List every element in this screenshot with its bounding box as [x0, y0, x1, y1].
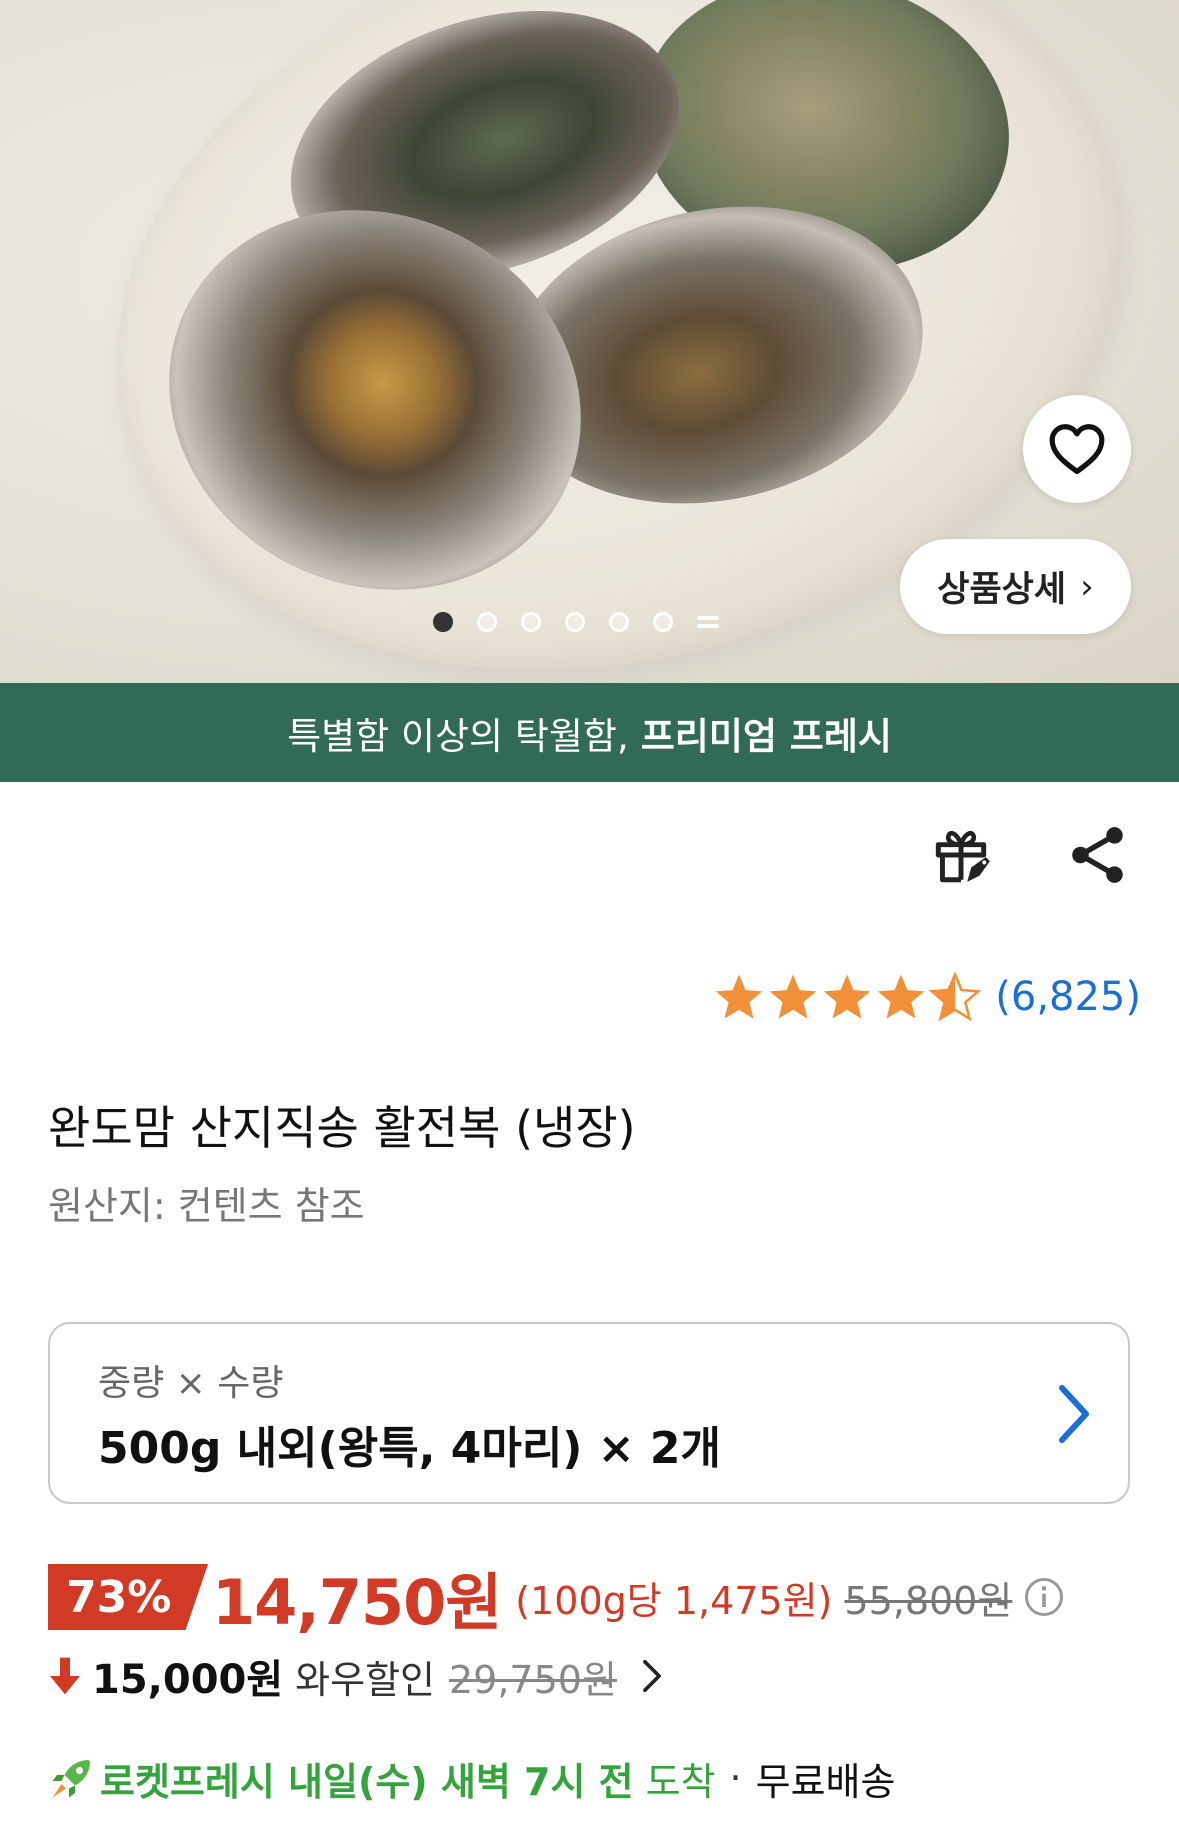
delivery-info: 로켓프레시 내일(수) 새벽 7시 전 도착 · 무료배송 [48, 1750, 895, 1806]
original-price: 55,800원 [844, 1578, 1013, 1623]
carousel-dot[interactable] [609, 612, 629, 632]
arrival-label: 도착 [645, 1759, 716, 1804]
carousel-dot[interactable] [433, 612, 453, 632]
option-selector[interactable]: 중량 × 수량 500g 내외(왕특, 4마리) × 2개 [48, 1322, 1130, 1504]
carousel-indicator [433, 612, 719, 632]
product-rating[interactable]: (6,825) [713, 972, 1141, 1022]
product-image-carousel[interactable]: 상품상세 › [0, 0, 1179, 683]
chevron-right-icon [1059, 1385, 1089, 1443]
half-star-icon [929, 972, 982, 1022]
wishlist-button[interactable] [1023, 395, 1131, 503]
gift-button[interactable] [928, 822, 994, 888]
premium-fresh-banner[interactable]: 특별함 이상의 탁월함, 프리미엄 프레시 [0, 683, 1179, 782]
product-title: 완도맘 산지직송 활전복 (냉장) [48, 1101, 636, 1155]
sale-price: 14,750원 [212, 1566, 502, 1639]
star-icon [824, 974, 871, 1019]
price-row: 73% 14,750원 (100g당 1,475원) 55,800원 [48, 1560, 1064, 1639]
arrow-down-icon [50, 1657, 80, 1695]
banner-text: 특별함 이상의 탁월함, [287, 714, 629, 758]
wow-price: 15,000원 [92, 1657, 284, 1703]
more-slides-icon [697, 612, 719, 632]
free-shipping-label: 무료배송 [755, 1759, 896, 1804]
wow-discount-row[interactable]: 15,000원 와우할인 29,750원 [48, 1648, 663, 1704]
rocket-icon [52, 1760, 90, 1798]
option-value: 500g 내외(왕특, 4마리) × 2개 [98, 1423, 722, 1474]
star-icon [770, 974, 817, 1019]
carousel-dot[interactable] [477, 612, 497, 632]
star-icon [878, 974, 925, 1019]
review-count[interactable]: (6,825) [995, 974, 1141, 1020]
unit-price: (100g당 1,475원) [515, 1578, 833, 1623]
product-detail-button[interactable]: 상품상세 › [900, 539, 1131, 634]
wow-label: 와우할인 [295, 1657, 435, 1702]
carousel-dot[interactable] [521, 612, 541, 632]
gift-icon [935, 830, 990, 883]
carousel-dot[interactable] [565, 612, 585, 632]
chevron-right-icon [643, 1659, 661, 1693]
share-button[interactable] [1065, 822, 1131, 888]
discount-badge: 73% [48, 1564, 208, 1630]
star-icon [716, 974, 763, 1019]
product-origin: 원산지: 컨텐츠 참조 [48, 1184, 365, 1228]
heart-icon [1049, 424, 1105, 475]
banner-brand: 프리미엄 프레시 [640, 714, 892, 758]
chevron-right-icon: › [1080, 566, 1094, 607]
option-label: 중량 × 수량 [98, 1363, 284, 1404]
wow-original-price: 29,750원 [449, 1657, 617, 1702]
info-icon[interactable] [1024, 1577, 1064, 1617]
carousel-dot[interactable] [653, 612, 673, 632]
product-detail-label: 상품상세 [937, 570, 1067, 610]
rocket-delivery-label: 로켓프레시 내일(수) 새벽 7시 전 [100, 1759, 634, 1804]
separator: · [729, 1756, 742, 1800]
rating-stars [713, 972, 982, 1022]
share-icon [1072, 827, 1123, 883]
